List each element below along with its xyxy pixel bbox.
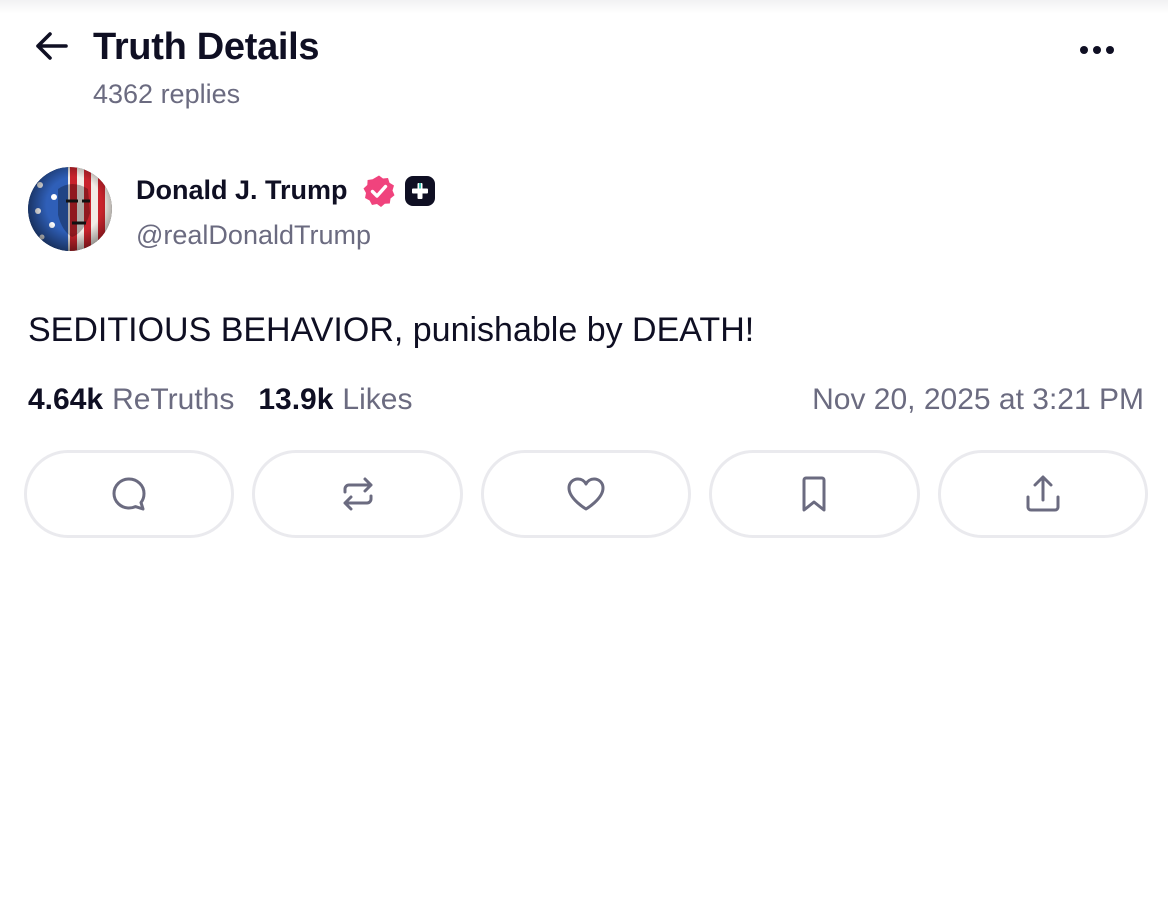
top-edge-shadow [0, 0, 1168, 14]
post-timestamp: Nov 20, 2025 at 3:21 PM [812, 383, 1144, 416]
truth-details-screen: Truth Details 4362 replies Donald J. Tru… [0, 0, 1168, 924]
page-title: Truth Details [93, 26, 320, 68]
share-button[interactable] [937, 450, 1149, 538]
reply-button[interactable] [24, 450, 235, 538]
likes-stat[interactable]: 13.9k Likes [258, 378, 412, 422]
reply-count: 4362 replies [93, 79, 241, 109]
post-body-text: SEDITIOUS BEHAVIOR, punishable by DEATH! [28, 311, 755, 349]
post-action-bar [24, 450, 1149, 538]
retruths-stat[interactable]: 4.64k ReTruths [28, 378, 234, 422]
post-stats: 4.64k ReTruths 13.9k Likes [28, 378, 412, 422]
verified-badge-icon [363, 175, 395, 207]
reply-bubble-icon [112, 477, 146, 511]
like-button[interactable] [480, 450, 692, 538]
author-name[interactable]: Donald J. Trump [136, 172, 348, 208]
plus-badge-icon [405, 176, 435, 206]
ellipsis-horizontal-icon [1080, 46, 1088, 54]
arrow-left-icon [36, 32, 68, 60]
retruth-repeat-icon [343, 477, 373, 511]
likes-count: 13.9k [258, 383, 334, 416]
avatar[interactable] [28, 167, 112, 251]
bookmark-icon [802, 476, 826, 512]
retruths-label: ReTruths [112, 383, 235, 416]
back-button[interactable] [28, 26, 74, 66]
retruths-count: 4.64k [28, 383, 104, 416]
author-handle[interactable]: @realDonaldTrump [136, 217, 371, 253]
heart-icon [567, 477, 605, 511]
retruth-button[interactable] [252, 450, 463, 538]
ellipsis-dot [1093, 46, 1101, 54]
bookmark-button[interactable] [709, 450, 920, 538]
share-upload-icon [1026, 475, 1060, 512]
likes-label: Likes [342, 383, 413, 416]
avatar-image [28, 167, 112, 251]
ellipsis-dot [1106, 46, 1114, 54]
more-options-button[interactable] [1068, 30, 1126, 70]
